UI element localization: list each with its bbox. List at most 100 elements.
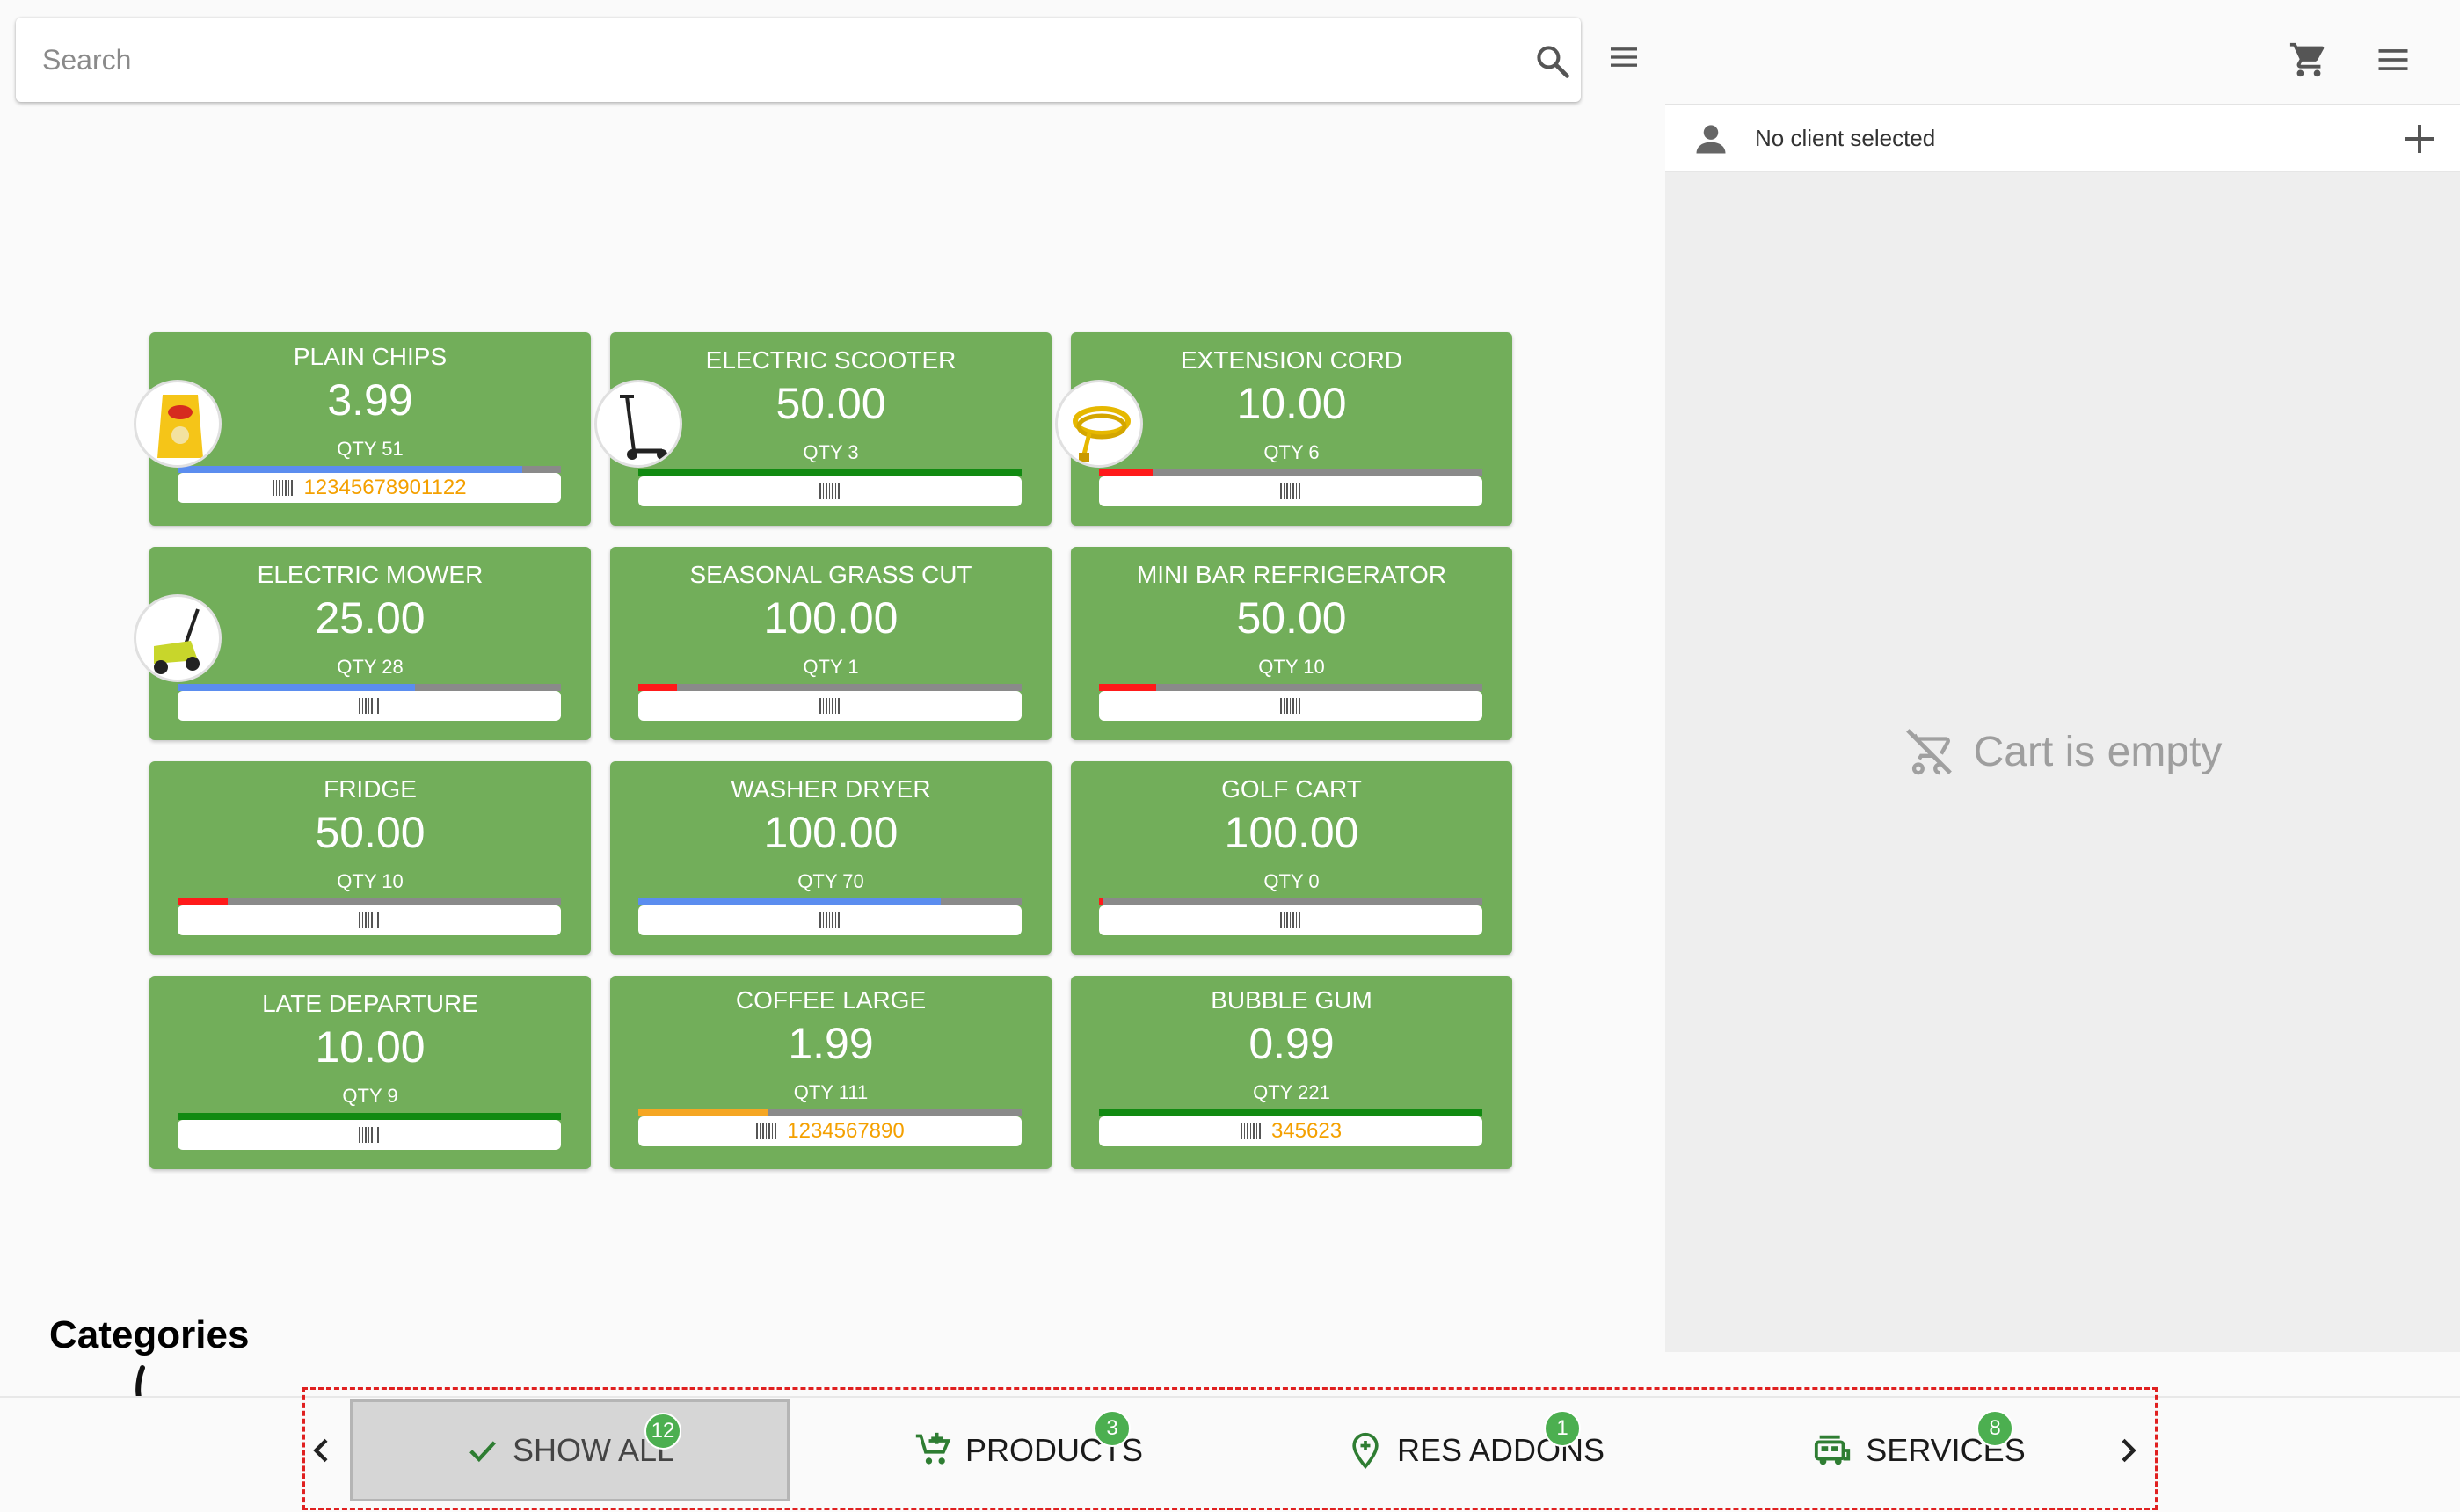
stock-level-bar — [178, 1113, 561, 1120]
stock-level-fill — [638, 684, 677, 691]
product-card[interactable]: FRIDGE 50.00 QTY 10 — [149, 761, 591, 955]
menu-icon[interactable] — [2369, 35, 2418, 84]
stock-level-fill — [1099, 684, 1157, 691]
stock-level-fill — [1099, 469, 1154, 476]
product-name: EXTENSION CORD — [1180, 346, 1403, 374]
barcode-field — [1099, 905, 1482, 935]
stock-level-fill — [178, 684, 416, 691]
barcode-icon — [819, 698, 840, 714]
product-name: ELECTRIC SCOOTER — [705, 346, 957, 374]
product-price: 10.00 — [315, 1022, 426, 1072]
product-card[interactable]: ELECTRIC MOWER 25.00 QTY 28 — [134, 547, 591, 740]
product-qty: QTY 0 — [1263, 870, 1320, 892]
category-tab-show-all[interactable]: SHOW ALL 12 — [350, 1399, 790, 1501]
client-bar[interactable]: No client selected — [1665, 105, 2460, 172]
barcode-field — [638, 905, 1022, 935]
barcode-icon — [1240, 1123, 1261, 1139]
product-card[interactable]: PLAIN CHIPS 3.99 QTY 51 12345678901122 — [134, 332, 591, 526]
add-client-icon[interactable] — [2398, 118, 2441, 160]
product-card[interactable]: MINI BAR REFRIGERATOR 50.00 QTY 10 — [1071, 547, 1512, 740]
chevron-left-icon[interactable] — [304, 1433, 339, 1468]
barcode-number: 12345678901122 — [303, 476, 467, 499]
stock-level-bar — [638, 898, 1022, 905]
barcode-field — [178, 905, 561, 935]
search-icon[interactable] — [1533, 42, 1572, 81]
product-price: 1.99 — [788, 1019, 874, 1068]
category-tab-services[interactable]: SERVICES 8 — [1774, 1399, 2064, 1501]
category-count-badge: 8 — [1976, 1410, 2013, 1447]
product-image — [134, 380, 222, 468]
product-card[interactable]: COFFEE LARGE 1.99 QTY 111 1234567890 — [610, 976, 1052, 1169]
stock-level-bar — [178, 684, 561, 691]
stock-level-bar — [178, 466, 561, 473]
product-card[interactable]: WASHER DRYER 100.00 QTY 70 — [610, 761, 1052, 955]
rv-icon — [1815, 1435, 1851, 1465]
categories-annotation-label: Categories — [49, 1313, 250, 1356]
stock-level-fill — [178, 466, 523, 473]
barcode-icon — [819, 483, 840, 499]
product-qty: QTY 70 — [797, 870, 864, 892]
product-qty: QTY 111 — [793, 1081, 869, 1103]
product-price: 100.00 — [763, 593, 899, 643]
person-icon — [1696, 125, 1726, 154]
product-name: SEASONAL GRASS CUT — [689, 561, 972, 588]
barcode-number: 1234567890 — [787, 1119, 905, 1143]
stock-level-bar — [638, 684, 1022, 691]
product-name: MINI BAR REFRIGERATOR — [1136, 561, 1447, 588]
stock-level-fill — [178, 1113, 561, 1120]
product-card[interactable]: ELECTRIC SCOOTER 50.00 QTY 3 — [594, 332, 1052, 526]
cart-plus-icon — [915, 1432, 951, 1465]
cart-icon[interactable] — [2284, 35, 2333, 84]
barcode-field — [178, 1120, 561, 1150]
cart-empty-message: Cart is empty — [1665, 726, 2460, 777]
product-image — [594, 380, 682, 468]
barcode-icon — [819, 912, 840, 928]
product-qty: QTY 9 — [342, 1085, 398, 1107]
stock-level-bar — [1099, 898, 1482, 905]
product-price: 100.00 — [763, 808, 899, 857]
product-card[interactable]: BUBBLE GUM 0.99 QTY 221 345623 — [1071, 976, 1512, 1169]
product-name: BUBBLE GUM — [1211, 986, 1372, 1014]
barcode-field — [178, 691, 561, 721]
search-bar — [16, 18, 1581, 102]
product-name: WASHER DRYER — [731, 775, 931, 803]
barcode-icon — [1280, 912, 1300, 928]
product-card[interactable]: GOLF CART 100.00 QTY 0 — [1071, 761, 1512, 955]
stock-level-bar — [178, 898, 561, 905]
cart-panel: Cart is empty — [1665, 172, 2460, 1352]
menu-icon[interactable] — [1602, 35, 1646, 79]
barcode-field — [1099, 691, 1482, 721]
stock-level-fill — [178, 898, 228, 905]
category-tab-products[interactable]: PRODUCTS 3 — [879, 1399, 1178, 1501]
product-card[interactable]: SEASONAL GRASS CUT 100.00 QTY 1 — [610, 547, 1052, 740]
barcode-icon — [359, 698, 379, 714]
stock-level-fill — [638, 1109, 769, 1116]
product-image — [1055, 380, 1143, 468]
barcode-icon — [1280, 483, 1300, 499]
chevron-right-icon[interactable] — [2110, 1433, 2145, 1468]
category-tab-res-addons[interactable]: RES ADDONS 1 — [1317, 1399, 1634, 1501]
product-card[interactable]: LATE DEPARTURE 10.00 QTY 9 — [149, 976, 591, 1169]
barcode-icon — [1280, 698, 1300, 714]
stock-level-bar — [1099, 684, 1482, 691]
stock-level-bar — [1099, 1109, 1482, 1116]
barcode-field — [638, 476, 1022, 506]
barcode-field: 12345678901122 — [178, 473, 561, 503]
category-count-badge: 12 — [644, 1413, 681, 1450]
search-input[interactable] — [42, 33, 1484, 86]
product-price: 100.00 — [1224, 808, 1359, 857]
stock-level-fill — [1099, 1109, 1482, 1116]
barcode-field: 1234567890 — [638, 1116, 1022, 1146]
stock-level-bar — [638, 469, 1022, 476]
product-name: GOLF CART — [1221, 775, 1362, 803]
product-qty: QTY 10 — [1258, 656, 1325, 678]
client-label: No client selected — [1755, 125, 1936, 151]
barcode-icon — [273, 480, 294, 496]
product-name: LATE DEPARTURE — [262, 990, 478, 1017]
product-price: 0.99 — [1248, 1019, 1335, 1068]
barcode-icon — [359, 912, 379, 928]
barcode-field — [638, 691, 1022, 721]
product-name: PLAIN CHIPS — [293, 343, 448, 370]
product-card[interactable]: EXTENSION CORD 10.00 QTY 6 — [1055, 332, 1512, 526]
stock-level-bar — [638, 1109, 1022, 1116]
